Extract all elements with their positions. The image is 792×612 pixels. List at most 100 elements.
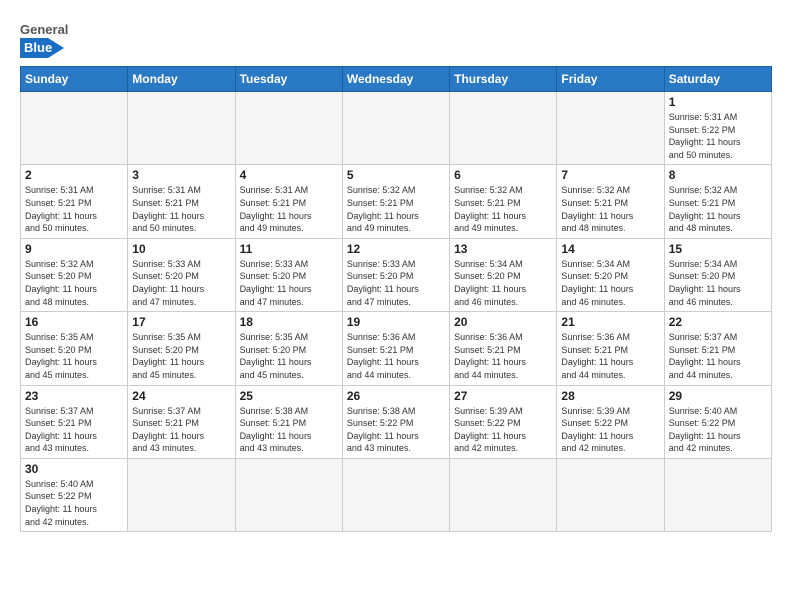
- calendar-cell: [21, 92, 128, 165]
- day-info: Sunrise: 5:32 AM Sunset: 5:20 PM Dayligh…: [25, 258, 123, 308]
- logo-container: General Blue: [20, 16, 110, 58]
- day-info: Sunrise: 5:40 AM Sunset: 5:22 PM Dayligh…: [25, 478, 123, 528]
- day-number: 17: [132, 315, 230, 329]
- day-number: 27: [454, 389, 552, 403]
- calendar-cell: 10Sunrise: 5:33 AM Sunset: 5:20 PM Dayli…: [128, 238, 235, 311]
- day-info: Sunrise: 5:36 AM Sunset: 5:21 PM Dayligh…: [347, 331, 445, 381]
- day-info: Sunrise: 5:36 AM Sunset: 5:21 PM Dayligh…: [561, 331, 659, 381]
- calendar-cell: 12 Sunrise: 5:33 AM Sunset: 5:20 PM Dayli…: [342, 238, 449, 311]
- calendar-cell: [450, 92, 557, 165]
- weekday-wednesday: Wednesday: [342, 67, 449, 92]
- day-number: 3: [132, 168, 230, 182]
- week-row-4: 23Sunrise: 5:37 AM Sunset: 5:21 PM Dayli…: [21, 385, 772, 458]
- day-info: Sunrise: 5:35 AM Sunset: 5:20 PM Dayligh…: [132, 331, 230, 381]
- day-info: Sunrise: 5:33 AM Sunset: 5:20 PM Dayligh…: [347, 258, 445, 308]
- calendar-cell: 3Sunrise: 5:31 AM Sunset: 5:21 PM Daylig…: [128, 165, 235, 238]
- day-info: Sunrise: 5:37 AM Sunset: 5:21 PM Dayligh…: [132, 405, 230, 455]
- day-number: 25: [240, 389, 338, 403]
- day-info: Sunrise: 5:35 AM Sunset: 5:20 PM Dayligh…: [240, 331, 338, 381]
- calendar-cell: 18Sunrise: 5:35 AM Sunset: 5:20 PM Dayli…: [235, 312, 342, 385]
- week-row-0: 1 Sunrise: 5:31 AM Sunset: 5:22 PM Daylig…: [21, 92, 772, 165]
- calendar-cell: [557, 458, 664, 531]
- calendar-cell: 27 Sunrise: 5:39 AM Sunset: 5:22 PM Dayli…: [450, 385, 557, 458]
- week-row-5: 30 Sunrise: 5:40 AM Sunset: 5:22 PM Dayli…: [21, 458, 772, 531]
- calendar-table: SundayMondayTuesdayWednesdayThursdayFrid…: [20, 66, 772, 532]
- day-info: Sunrise: 5:39 AM Sunset: 5:22 PM Dayligh…: [561, 405, 659, 455]
- page: General Blue SundayMondayTuesdayWednesda…: [0, 0, 792, 542]
- generalblue-logo: General Blue: [20, 16, 110, 58]
- calendar-cell: 24Sunrise: 5:37 AM Sunset: 5:21 PM Dayli…: [128, 385, 235, 458]
- calendar-cell: 28 Sunrise: 5:39 AM Sunset: 5:22 PM Dayli…: [557, 385, 664, 458]
- calendar-cell: 22Sunrise: 5:37 AM Sunset: 5:21 PM Dayli…: [664, 312, 771, 385]
- weekday-monday: Monday: [128, 67, 235, 92]
- day-info: Sunrise: 5:32 AM Sunset: 5:21 PM Dayligh…: [561, 184, 659, 234]
- day-info: Sunrise: 5:36 AM Sunset: 5:21 PM Dayligh…: [454, 331, 552, 381]
- calendar-cell: 9 Sunrise: 5:32 AM Sunset: 5:20 PM Daylig…: [21, 238, 128, 311]
- calendar-cell: 1 Sunrise: 5:31 AM Sunset: 5:22 PM Daylig…: [664, 92, 771, 165]
- calendar-cell: 29 Sunrise: 5:40 AM Sunset: 5:22 PM Dayli…: [664, 385, 771, 458]
- day-number: 9: [25, 242, 123, 256]
- day-number: 21: [561, 315, 659, 329]
- day-info: Sunrise: 5:31 AM Sunset: 5:21 PM Dayligh…: [240, 184, 338, 234]
- day-number: 7: [561, 168, 659, 182]
- day-number: 30: [25, 462, 123, 476]
- day-number: 12: [347, 242, 445, 256]
- day-number: 16: [25, 315, 123, 329]
- weekday-friday: Friday: [557, 67, 664, 92]
- calendar-cell: 13 Sunrise: 5:34 AM Sunset: 5:20 PM Dayli…: [450, 238, 557, 311]
- calendar-cell: [128, 458, 235, 531]
- week-row-1: 2 Sunrise: 5:31 AM Sunset: 5:21 PM Daylig…: [21, 165, 772, 238]
- day-number: 15: [669, 242, 767, 256]
- day-info: Sunrise: 5:34 AM Sunset: 5:20 PM Dayligh…: [454, 258, 552, 308]
- day-number: 4: [240, 168, 338, 182]
- day-number: 1: [669, 95, 767, 109]
- day-number: 28: [561, 389, 659, 403]
- day-info: Sunrise: 5:31 AM Sunset: 5:21 PM Dayligh…: [25, 184, 123, 234]
- calendar-cell: 21 Sunrise: 5:36 AM Sunset: 5:21 PM Dayli…: [557, 312, 664, 385]
- day-number: 19: [347, 315, 445, 329]
- week-row-3: 16 Sunrise: 5:35 AM Sunset: 5:20 PM Dayli…: [21, 312, 772, 385]
- day-number: 11: [240, 242, 338, 256]
- day-info: Sunrise: 5:40 AM Sunset: 5:22 PM Dayligh…: [669, 405, 767, 455]
- day-info: Sunrise: 5:35 AM Sunset: 5:20 PM Dayligh…: [25, 331, 123, 381]
- day-number: 20: [454, 315, 552, 329]
- calendar-cell: 8 Sunrise: 5:32 AM Sunset: 5:21 PM Daylig…: [664, 165, 771, 238]
- calendar-cell: [557, 92, 664, 165]
- day-info: Sunrise: 5:31 AM Sunset: 5:22 PM Dayligh…: [669, 111, 767, 161]
- day-number: 13: [454, 242, 552, 256]
- calendar-cell: 15 Sunrise: 5:34 AM Sunset: 5:20 PM Dayli…: [664, 238, 771, 311]
- day-info: Sunrise: 5:39 AM Sunset: 5:22 PM Dayligh…: [454, 405, 552, 455]
- day-info: Sunrise: 5:33 AM Sunset: 5:20 PM Dayligh…: [132, 258, 230, 308]
- calendar-cell: 4 Sunrise: 5:31 AM Sunset: 5:21 PM Daylig…: [235, 165, 342, 238]
- day-number: 6: [454, 168, 552, 182]
- day-info: Sunrise: 5:32 AM Sunset: 5:21 PM Dayligh…: [454, 184, 552, 234]
- calendar-cell: [235, 458, 342, 531]
- day-number: 8: [669, 168, 767, 182]
- calendar-cell: 26Sunrise: 5:38 AM Sunset: 5:22 PM Dayli…: [342, 385, 449, 458]
- calendar-cell: 23Sunrise: 5:37 AM Sunset: 5:21 PM Dayli…: [21, 385, 128, 458]
- calendar-cell: 30 Sunrise: 5:40 AM Sunset: 5:22 PM Dayli…: [21, 458, 128, 531]
- day-number: 2: [25, 168, 123, 182]
- week-row-2: 9 Sunrise: 5:32 AM Sunset: 5:20 PM Daylig…: [21, 238, 772, 311]
- day-info: Sunrise: 5:32 AM Sunset: 5:21 PM Dayligh…: [347, 184, 445, 234]
- day-info: Sunrise: 5:32 AM Sunset: 5:21 PM Dayligh…: [669, 184, 767, 234]
- weekday-sunday: Sunday: [21, 67, 128, 92]
- calendar-cell: [235, 92, 342, 165]
- day-info: Sunrise: 5:34 AM Sunset: 5:20 PM Dayligh…: [561, 258, 659, 308]
- weekday-header-row: SundayMondayTuesdayWednesdayThursdayFrid…: [21, 67, 772, 92]
- day-number: 29: [669, 389, 767, 403]
- svg-text:General: General: [20, 22, 68, 37]
- calendar-cell: 14 Sunrise: 5:34 AM Sunset: 5:20 PM Dayli…: [557, 238, 664, 311]
- calendar-cell: [342, 458, 449, 531]
- calendar-cell: 17 Sunrise: 5:35 AM Sunset: 5:20 PM Dayli…: [128, 312, 235, 385]
- day-number: 26: [347, 389, 445, 403]
- day-info: Sunrise: 5:37 AM Sunset: 5:21 PM Dayligh…: [25, 405, 123, 455]
- calendar-cell: 16 Sunrise: 5:35 AM Sunset: 5:20 PM Dayli…: [21, 312, 128, 385]
- day-number: 14: [561, 242, 659, 256]
- calendar-cell: 7 Sunrise: 5:32 AM Sunset: 5:21 PM Daylig…: [557, 165, 664, 238]
- weekday-thursday: Thursday: [450, 67, 557, 92]
- day-info: Sunrise: 5:34 AM Sunset: 5:20 PM Dayligh…: [669, 258, 767, 308]
- calendar-cell: 5Sunrise: 5:32 AM Sunset: 5:21 PM Daylig…: [342, 165, 449, 238]
- calendar-cell: [450, 458, 557, 531]
- day-info: Sunrise: 5:33 AM Sunset: 5:20 PM Dayligh…: [240, 258, 338, 308]
